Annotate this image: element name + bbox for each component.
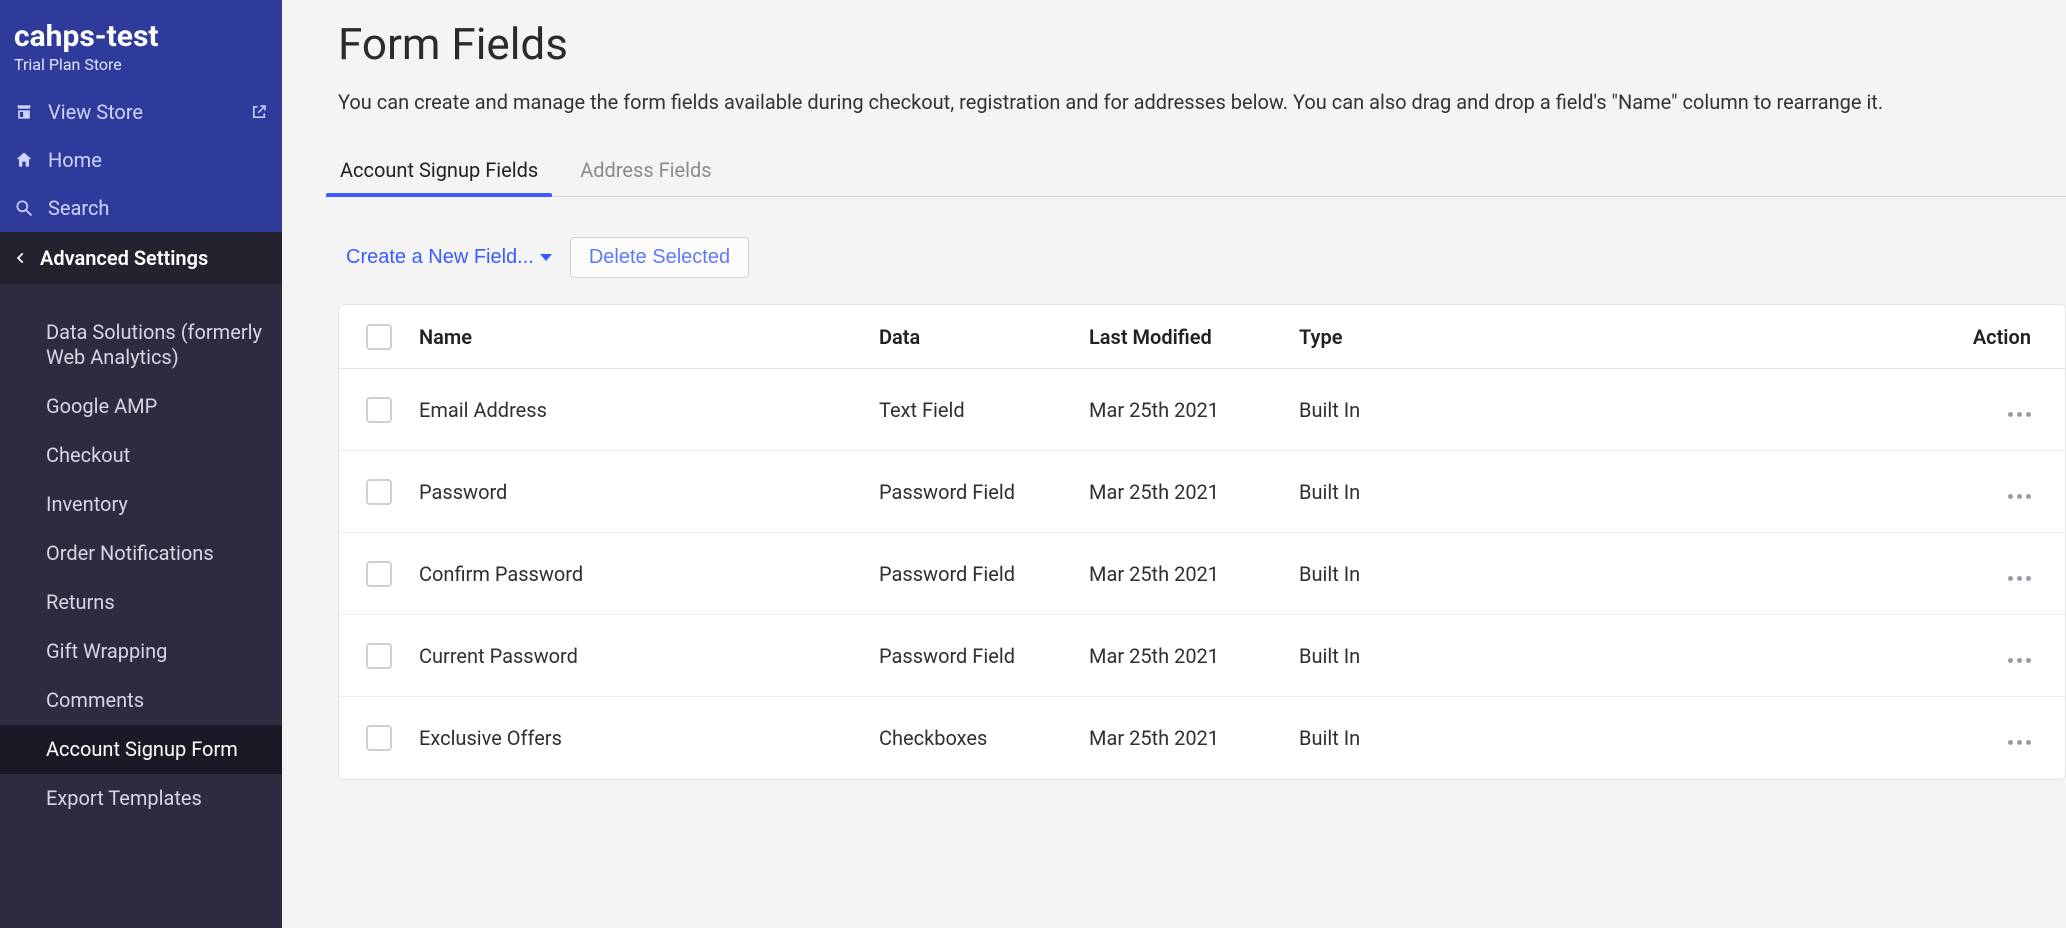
- col-action: Action: [1509, 325, 2065, 349]
- sub-nav: Data Solutions (formerly Web Analytics)G…: [0, 284, 282, 823]
- sidebar-item[interactable]: Data Solutions (formerly Web Analytics): [0, 308, 282, 382]
- cell-last-modified: Mar 25th 2021: [1089, 562, 1299, 586]
- primary-nav: View Store Home Search: [0, 88, 282, 232]
- row-checkbox-cell: [339, 561, 419, 587]
- cell-data: Checkboxes: [879, 726, 1089, 750]
- cell-data: Password Field: [879, 644, 1089, 668]
- cell-last-modified: Mar 25th 2021: [1089, 726, 1299, 750]
- search-icon: [14, 198, 34, 218]
- nav-search-label: Search: [48, 196, 268, 220]
- row-checkbox-cell: [339, 643, 419, 669]
- sidebar-item[interactable]: Checkout: [0, 431, 282, 480]
- cell-name[interactable]: Email Address: [419, 398, 879, 422]
- home-icon: [14, 150, 34, 170]
- sidebar-item[interactable]: Comments: [0, 676, 282, 725]
- select-all-checkbox[interactable]: [366, 324, 392, 350]
- row-checkbox[interactable]: [366, 561, 392, 587]
- caret-down-icon: [540, 254, 552, 261]
- store-plan: Trial Plan Store: [14, 55, 268, 74]
- tab[interactable]: Account Signup Fields: [338, 146, 540, 196]
- storefront-icon: [14, 102, 34, 122]
- sidebar-item[interactable]: Google AMP: [0, 382, 282, 431]
- more-actions-button[interactable]: [1509, 412, 2031, 417]
- col-name: Name: [419, 325, 879, 349]
- cell-last-modified: Mar 25th 2021: [1089, 398, 1299, 422]
- brand-block: cahps-test Trial Plan Store: [0, 0, 282, 88]
- table-row: Email AddressText FieldMar 25th 2021Buil…: [339, 369, 2065, 451]
- cell-type: Built In: [1299, 726, 1509, 750]
- cell-data: Password Field: [879, 562, 1089, 586]
- row-checkbox-cell: [339, 397, 419, 423]
- external-link-icon: [250, 103, 268, 121]
- toolbar: Create a New Field... Delete Selected: [338, 237, 2066, 278]
- table-header: Name Data Last Modified Type Action: [339, 305, 2065, 369]
- create-field-label: Create a New Field...: [346, 246, 534, 269]
- more-actions-button[interactable]: [1509, 658, 2031, 663]
- more-actions-button[interactable]: [1509, 494, 2031, 499]
- cell-name[interactable]: Current Password: [419, 644, 879, 668]
- chevron-left-icon: [14, 251, 28, 265]
- cell-action: [1509, 562, 2065, 586]
- cell-last-modified: Mar 25th 2021: [1089, 480, 1299, 504]
- table-row: Confirm PasswordPassword FieldMar 25th 2…: [339, 533, 2065, 615]
- cell-type: Built In: [1299, 398, 1509, 422]
- more-actions-button[interactable]: [1509, 740, 2031, 745]
- nav-view-store-label: View Store: [48, 100, 236, 124]
- cell-name[interactable]: Password: [419, 480, 879, 504]
- sidebar-item[interactable]: Export Templates: [0, 774, 282, 823]
- cell-action: [1509, 398, 2065, 422]
- cell-name[interactable]: Confirm Password: [419, 562, 879, 586]
- delete-selected-button[interactable]: Delete Selected: [570, 237, 749, 278]
- cell-last-modified: Mar 25th 2021: [1089, 644, 1299, 668]
- sidebar-item[interactable]: Inventory: [0, 480, 282, 529]
- main-content: Form Fields You can create and manage th…: [282, 0, 2066, 928]
- cell-data: Text Field: [879, 398, 1089, 422]
- fields-table: Name Data Last Modified Type Action Emai…: [338, 304, 2066, 780]
- col-type: Type: [1299, 325, 1509, 349]
- sidebar-item[interactable]: Returns: [0, 578, 282, 627]
- page-title: Form Fields: [338, 18, 2066, 70]
- cell-type: Built In: [1299, 480, 1509, 504]
- sidebar: cahps-test Trial Plan Store View Store H…: [0, 0, 282, 928]
- cell-type: Built In: [1299, 644, 1509, 668]
- section-advanced-settings[interactable]: Advanced Settings: [0, 232, 282, 284]
- cell-data: Password Field: [879, 480, 1089, 504]
- sidebar-item[interactable]: Order Notifications: [0, 529, 282, 578]
- nav-home[interactable]: Home: [0, 136, 282, 184]
- row-checkbox[interactable]: [366, 397, 392, 423]
- sidebar-item[interactable]: Gift Wrapping: [0, 627, 282, 676]
- row-checkbox-cell: [339, 479, 419, 505]
- table-row: Exclusive OffersCheckboxesMar 25th 2021B…: [339, 697, 2065, 779]
- cell-action: [1509, 644, 2065, 668]
- row-checkbox-cell: [339, 725, 419, 751]
- page-description: You can create and manage the form field…: [338, 88, 2058, 116]
- more-actions-button[interactable]: [1509, 576, 2031, 581]
- sidebar-item[interactable]: Account Signup Form: [0, 725, 282, 774]
- cell-action: [1509, 726, 2065, 750]
- cell-action: [1509, 480, 2065, 504]
- row-checkbox[interactable]: [366, 479, 392, 505]
- nav-home-label: Home: [48, 148, 268, 172]
- row-checkbox[interactable]: [366, 643, 392, 669]
- row-checkbox[interactable]: [366, 725, 392, 751]
- nav-view-store[interactable]: View Store: [0, 88, 282, 136]
- tabs: Account Signup Fields Address Fields: [338, 146, 2066, 197]
- nav-search[interactable]: Search: [0, 184, 282, 232]
- header-checkbox-cell: [339, 324, 419, 350]
- cell-type: Built In: [1299, 562, 1509, 586]
- tab[interactable]: Address Fields: [578, 146, 713, 196]
- table-row: PasswordPassword FieldMar 25th 2021Built…: [339, 451, 2065, 533]
- store-name: cahps-test: [14, 20, 268, 53]
- section-title: Advanced Settings: [40, 246, 208, 270]
- create-field-button[interactable]: Create a New Field...: [346, 246, 552, 269]
- col-data: Data: [879, 325, 1089, 349]
- col-last-modified: Last Modified: [1089, 325, 1299, 349]
- cell-name[interactable]: Exclusive Offers: [419, 726, 879, 750]
- table-row: Current PasswordPassword FieldMar 25th 2…: [339, 615, 2065, 697]
